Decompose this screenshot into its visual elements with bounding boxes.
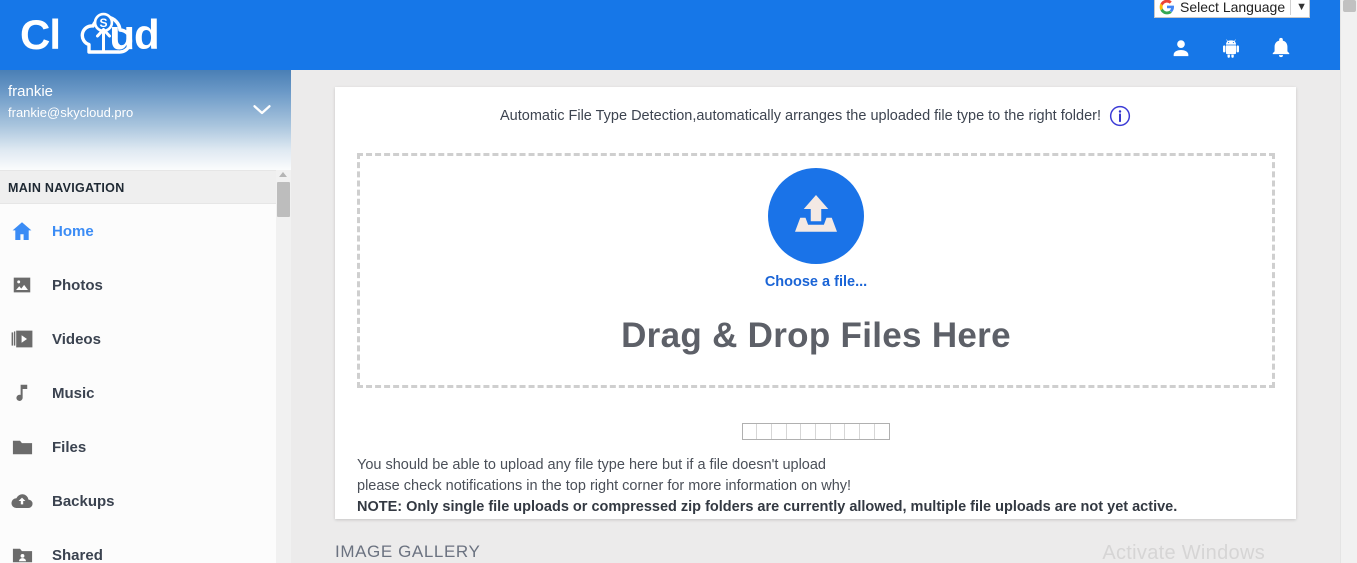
activate-windows-watermark: Activate Windows	[1102, 542, 1265, 563]
logo-text-left: Cl	[20, 11, 61, 58]
progress-segment	[801, 424, 817, 439]
info-icon[interactable]	[1109, 105, 1131, 127]
svg-text:S: S	[99, 16, 107, 30]
app-logo[interactable]: Clooud S	[20, 6, 280, 64]
sidebar-item-photos[interactable]: Photos	[0, 258, 291, 312]
sidebar: frankie frankie@skycloud.pro MAIN NAVIGA…	[0, 70, 291, 563]
detection-notice: Automatic File Type Detection,automatica…	[335, 87, 1296, 137]
sidebar-item-shared[interactable]: Shared	[0, 528, 291, 563]
user-panel[interactable]: frankie frankie@skycloud.pro	[0, 70, 291, 170]
page-root: Clooud S Select Language ▼	[0, 0, 1357, 563]
sidebar-item-label: Videos	[52, 330, 101, 348]
user-name: frankie	[8, 83, 54, 100]
upload-notes: You should be able to upload any file ty…	[357, 455, 1267, 518]
upload-note-line-2: please check notifications in the top ri…	[357, 478, 852, 494]
upload-note-line-1: You should be able to upload any file ty…	[357, 457, 826, 473]
upload-button[interactable]	[768, 168, 864, 264]
cloud-upload-icon	[8, 487, 36, 515]
photo-icon	[8, 271, 36, 299]
sidebar-scrollbar[interactable]	[276, 170, 291, 563]
progress-segment	[875, 424, 889, 439]
image-gallery-title: IMAGE GALLERY	[335, 542, 481, 561]
upload-note-line-3: NOTE: Only single file uploads or compre…	[357, 499, 1178, 515]
bell-icon[interactable]	[1270, 36, 1292, 60]
sidebar-item-label: Music	[52, 384, 95, 402]
upload-progress-bar	[741, 423, 890, 440]
header-icon-group	[1170, 36, 1292, 60]
language-selector-label: Select Language	[1180, 0, 1286, 15]
file-dropzone[interactable]: Choose a file... Drag & Drop Files Here	[357, 153, 1275, 388]
google-g-icon	[1159, 0, 1175, 15]
language-divider	[1290, 0, 1292, 15]
sidebar-item-label: Backups	[52, 492, 115, 510]
progress-segment	[743, 424, 758, 439]
browser-scrollbar-thumb[interactable]	[1343, 0, 1356, 12]
scroll-up-arrow-icon[interactable]	[279, 172, 287, 177]
progress-segment	[845, 424, 861, 439]
sidebar-section-title: MAIN NAVIGATION	[0, 170, 291, 204]
sidebar-item-backups[interactable]: Backups	[0, 474, 291, 528]
video-icon	[8, 325, 36, 353]
progress-segment	[757, 424, 772, 439]
android-icon[interactable]	[1220, 36, 1242, 60]
sidebar-item-music[interactable]: Music	[0, 366, 291, 420]
progress-segment	[860, 424, 875, 439]
shared-folder-icon	[8, 541, 36, 563]
dropzone-title: Drag & Drop Files Here	[621, 316, 1011, 355]
upload-progress-wrap	[335, 423, 1296, 440]
sidebar-item-label: Home	[52, 222, 94, 240]
browser-scrollbar[interactable]	[1340, 0, 1357, 563]
home-icon	[8, 217, 36, 245]
progress-segment	[787, 424, 802, 439]
upload-tray-icon	[795, 195, 837, 232]
sidebar-item-files[interactable]: Files	[0, 420, 291, 474]
cloud-upload-logo-icon: S	[80, 12, 133, 54]
sidebar-nav-list: Home Photos Videos Music Files Backups S…	[0, 204, 291, 563]
sidebar-item-label: Files	[52, 438, 87, 456]
sidebar-scrollbar-thumb[interactable]	[277, 182, 290, 217]
main-content: Automatic File Type Detection,automatica…	[291, 70, 1340, 563]
chevron-down-icon[interactable]	[253, 104, 271, 116]
user-icon[interactable]	[1170, 36, 1192, 60]
choose-file-link[interactable]: Choose a file...	[765, 274, 867, 290]
sidebar-item-home[interactable]: Home	[0, 204, 291, 258]
progress-segment	[772, 424, 787, 439]
sidebar-item-label: Photos	[52, 276, 103, 294]
language-selector[interactable]: Select Language ▼	[1154, 0, 1310, 18]
progress-segment	[831, 424, 846, 439]
music-note-icon	[8, 379, 36, 407]
user-email: frankie@skycloud.pro	[8, 105, 134, 120]
sidebar-item-label: Shared	[52, 546, 103, 563]
chevron-down-icon[interactable]: ▼	[1296, 1, 1307, 13]
folder-icon	[8, 433, 36, 461]
upload-card: Automatic File Type Detection,automatica…	[335, 87, 1296, 519]
progress-segment	[816, 424, 831, 439]
sidebar-item-videos[interactable]: Videos	[0, 312, 291, 366]
top-header: Clooud S Select Language ▼	[0, 0, 1340, 70]
detection-notice-text: Automatic File Type Detection,automatica…	[499, 108, 1101, 124]
